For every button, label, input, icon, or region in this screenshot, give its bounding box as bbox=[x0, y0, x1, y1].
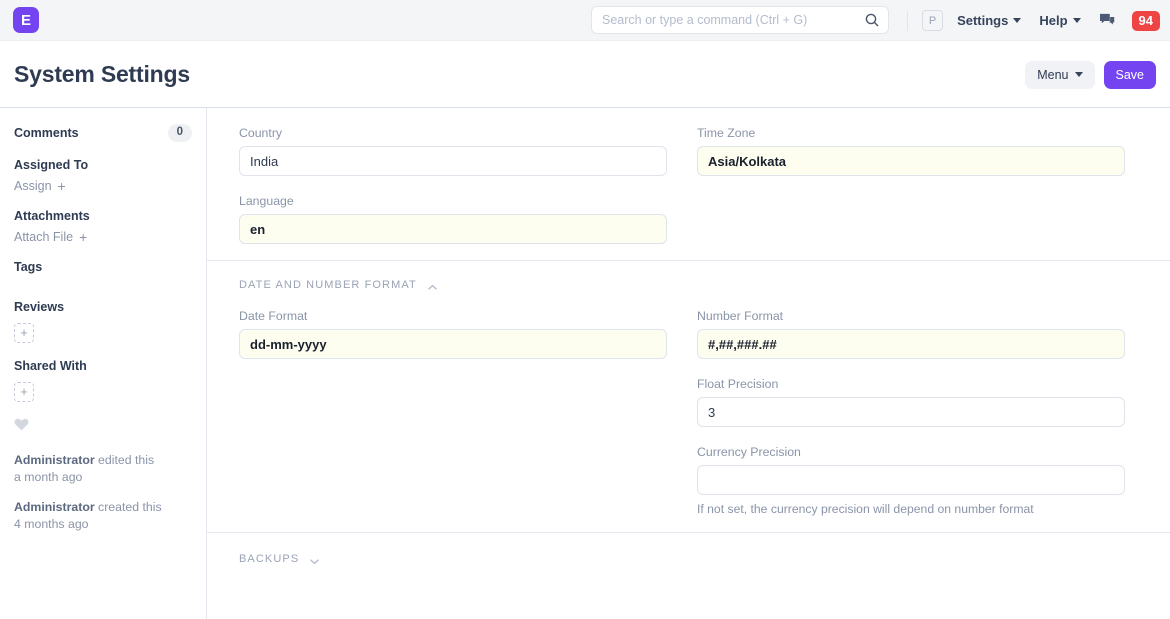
backups-section-header[interactable]: Backups bbox=[239, 553, 1138, 565]
date-number-left-column: Date Format bbox=[239, 309, 667, 516]
chevron-down-icon bbox=[1013, 18, 1022, 23]
navbar-divider bbox=[907, 10, 909, 31]
shared-with-label: Shared With bbox=[14, 358, 87, 373]
sidebar-section-attachments: Attachments Attach File + bbox=[14, 209, 192, 244]
field-language: Language bbox=[239, 194, 667, 244]
notification-badge[interactable]: 94 bbox=[1131, 10, 1160, 31]
activity-user: Administrator bbox=[14, 452, 95, 467]
general-left-column: Country Language bbox=[239, 126, 667, 244]
activity-item: Administrator edited this a month ago bbox=[14, 452, 192, 486]
activity-item: Administrator created this 4 months ago bbox=[14, 499, 192, 533]
activity-user: Administrator bbox=[14, 499, 95, 514]
number-format-input[interactable] bbox=[697, 329, 1125, 359]
activity-time: 4 months ago bbox=[14, 516, 89, 531]
comments-icon[interactable] bbox=[1099, 13, 1117, 29]
attachments-label: Attachments bbox=[14, 208, 90, 223]
attachments-header: Attachments bbox=[14, 209, 192, 223]
chevron-up-icon bbox=[427, 282, 438, 290]
search-container bbox=[591, 6, 889, 34]
assign-button[interactable]: Assign + bbox=[14, 179, 192, 193]
date-number-right-column: Number Format Float Precision Currency P… bbox=[697, 309, 1125, 516]
activity-action: edited this bbox=[98, 452, 155, 467]
help-dropdown[interactable]: Help bbox=[1039, 13, 1081, 28]
plus-icon: + bbox=[79, 228, 88, 245]
shared-with-header: Shared With bbox=[14, 359, 192, 373]
field-number-format: Number Format bbox=[697, 309, 1125, 359]
date-number-grid: Date Format Number Format Float Precisio… bbox=[239, 309, 1138, 516]
field-float-precision: Float Precision bbox=[697, 377, 1125, 427]
sidebar-section-reviews: Reviews + bbox=[14, 300, 192, 343]
settings-form: Country Language Time Zone bbox=[207, 108, 1170, 619]
general-grid: Country Language Time Zone bbox=[239, 126, 1138, 244]
sidebar-section-tags: Tags bbox=[14, 260, 192, 274]
page-header: System Settings Menu Save bbox=[0, 41, 1170, 108]
currency-precision-help: If not set, the currency precision will … bbox=[697, 502, 1034, 516]
add-review-button[interactable]: + bbox=[14, 322, 34, 343]
date-format-input[interactable] bbox=[239, 329, 667, 359]
language-label: Language bbox=[239, 194, 294, 208]
general-right-column: Time Zone bbox=[697, 126, 1125, 244]
activity-action: created this bbox=[98, 499, 162, 514]
settings-label: Settings bbox=[957, 13, 1009, 28]
help-label: Help bbox=[1039, 13, 1068, 28]
attach-file-button[interactable]: Attach File + bbox=[14, 230, 192, 244]
section-general: Country Language Time Zone bbox=[207, 108, 1170, 261]
plus-icon: + bbox=[57, 177, 66, 194]
chevron-down-icon bbox=[1074, 72, 1083, 77]
comments-label: Comments bbox=[14, 125, 79, 140]
navbar-right-group: P Settings Help 94 bbox=[907, 0, 1160, 41]
sidebar-section-assigned-to: Assigned To Assign + bbox=[14, 158, 192, 193]
tags-header[interactable]: Tags bbox=[14, 260, 192, 274]
page-title: System Settings bbox=[14, 60, 190, 87]
field-country: Country bbox=[239, 126, 667, 176]
currency-precision-input[interactable] bbox=[697, 465, 1125, 495]
reviews-header: Reviews bbox=[14, 300, 192, 314]
backups-label: Backups bbox=[239, 553, 300, 565]
field-time-zone: Time Zone bbox=[697, 126, 1125, 176]
section-backups: Backups bbox=[207, 533, 1170, 585]
float-precision-label: Float Precision bbox=[697, 377, 779, 391]
time-zone-label: Time Zone bbox=[697, 126, 756, 140]
assigned-to-label: Assigned To bbox=[14, 157, 89, 172]
assigned-to-header: Assigned To bbox=[14, 158, 192, 172]
top-navbar: E P Settings Help 94 bbox=[0, 0, 1170, 41]
add-share-button[interactable]: + bbox=[14, 381, 34, 402]
comments-header[interactable]: Comments 0 bbox=[14, 124, 192, 142]
attach-file-label: Attach File bbox=[14, 229, 74, 244]
language-input[interactable] bbox=[239, 214, 667, 244]
header-actions: Menu Save bbox=[1025, 41, 1156, 108]
chevron-down-icon bbox=[1072, 18, 1081, 23]
heart-icon[interactable] bbox=[14, 418, 192, 434]
country-input[interactable] bbox=[239, 146, 667, 176]
tags-label: Tags bbox=[14, 259, 43, 274]
time-zone-input[interactable] bbox=[697, 146, 1125, 176]
field-date-format: Date Format bbox=[239, 309, 667, 359]
date-number-format-label: Date and Number Format bbox=[239, 279, 417, 291]
currency-precision-label: Currency Precision bbox=[697, 445, 801, 459]
activity-time: a month ago bbox=[14, 469, 83, 484]
page-body: Comments 0 Assigned To Assign + Attachme… bbox=[0, 108, 1170, 619]
search-input[interactable] bbox=[591, 6, 889, 34]
chevron-down-icon bbox=[309, 556, 320, 564]
avatar[interactable]: P bbox=[922, 10, 944, 31]
country-label: Country bbox=[239, 126, 283, 140]
number-format-label: Number Format bbox=[697, 309, 784, 323]
save-button[interactable]: Save bbox=[1103, 60, 1156, 89]
section-date-and-number-format: Date and Number Format Date Format N bbox=[207, 261, 1170, 533]
settings-dropdown[interactable]: Settings bbox=[957, 13, 1022, 28]
float-precision-input[interactable] bbox=[697, 397, 1125, 427]
date-format-label: Date Format bbox=[239, 309, 308, 323]
assign-label: Assign bbox=[14, 178, 52, 193]
app-logo[interactable]: E bbox=[13, 7, 39, 33]
menu-button[interactable]: Menu bbox=[1025, 60, 1095, 89]
sidebar-section-shared-with: Shared With + bbox=[14, 359, 192, 402]
comments-count-badge: 0 bbox=[167, 124, 192, 142]
menu-label: Menu bbox=[1037, 67, 1069, 82]
date-number-format-section-header[interactable]: Date and Number Format bbox=[239, 279, 1138, 291]
sidebar: Comments 0 Assigned To Assign + Attachme… bbox=[0, 108, 207, 619]
reviews-label: Reviews bbox=[14, 299, 65, 314]
sidebar-section-comments: Comments 0 bbox=[14, 124, 192, 142]
field-currency-precision: Currency Precision If not set, the curre… bbox=[697, 445, 1125, 516]
